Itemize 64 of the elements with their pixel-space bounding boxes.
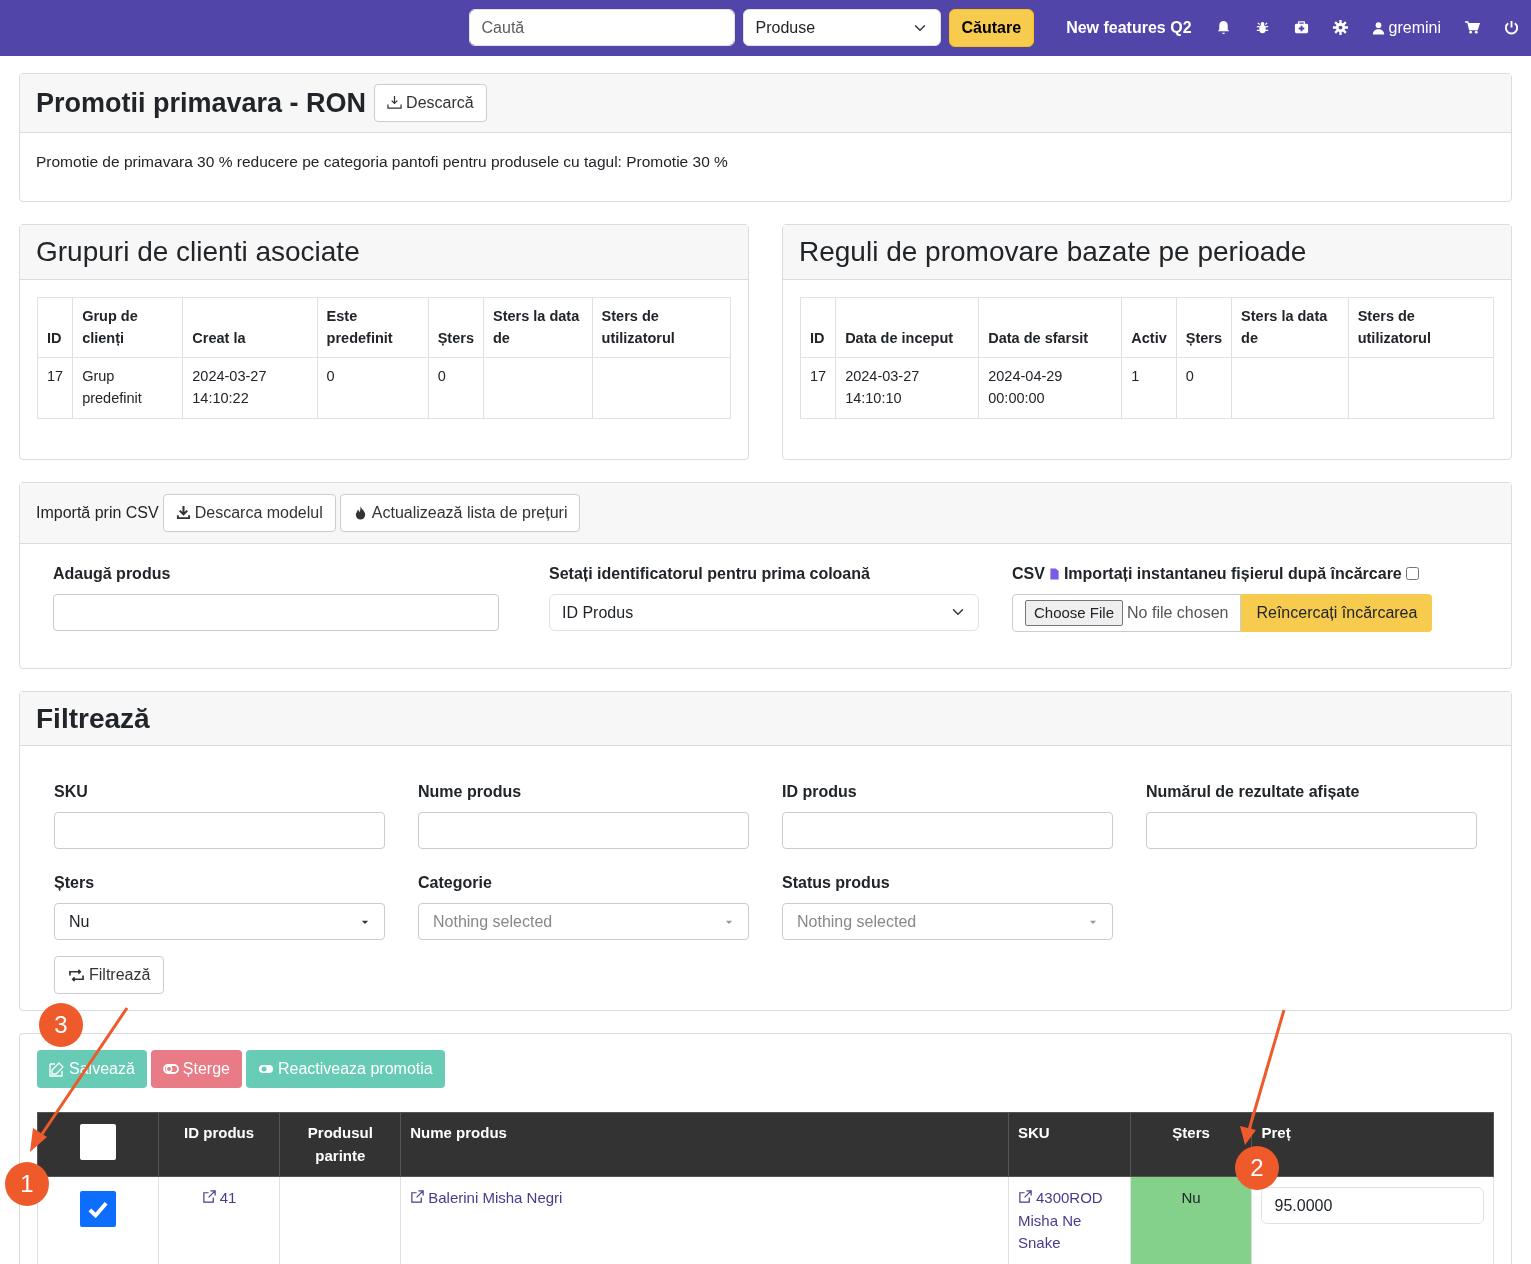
column-header: SKU <box>1008 1112 1131 1177</box>
column-header: Șters <box>1130 1112 1252 1177</box>
update-prices-button[interactable]: Actualizează lista de prețuri <box>339 493 581 532</box>
filter-button[interactable]: Filtrează <box>54 956 165 995</box>
table-cell: 17 <box>37 357 73 419</box>
identifier-select[interactable]: ID Produs <box>549 593 979 631</box>
card-title: Filtrează <box>36 701 151 736</box>
user-menu[interactable]: gremini <box>1371 15 1441 40</box>
field-label: SKU <box>54 782 89 803</box>
table-cell: Grup predefinit <box>72 357 183 419</box>
column-header: ID <box>37 297 73 358</box>
annotation-marker: 1 <box>5 1162 49 1206</box>
field-label: Categorie <box>418 873 493 894</box>
category-select[interactable]: Produse <box>742 9 941 47</box>
column-header: Data de inceput <box>835 297 979 358</box>
search-button[interactable]: Căutare <box>948 8 1035 47</box>
download-button[interactable]: Descarcă <box>374 83 487 122</box>
column-header: Creat la <box>182 297 318 358</box>
table-cell: 0 <box>428 357 484 419</box>
column-header: Sters la data de <box>483 297 593 358</box>
column-header: ID <box>800 297 836 358</box>
price-field[interactable]: 95.0000 <box>1261 1187 1484 1225</box>
column-header: Sters la data de <box>1231 297 1349 358</box>
csv-label: CSV <box>1012 563 1045 584</box>
filter-dropdown[interactable]: Nothing selected <box>782 903 1113 941</box>
column-header: Șters <box>428 297 484 358</box>
field-label: Șters <box>54 873 96 894</box>
search-field[interactable]: Caută <box>468 9 735 47</box>
table-cell: 0 <box>1176 357 1232 419</box>
file-input[interactable]: Choose File No file chosen <box>1012 593 1242 632</box>
field-label: ID produs <box>782 782 858 803</box>
description-text: Promotie de primavara 30 % reducere pe categoria pantofi pentru produsele cu tagul: Promotie 30 % <box>36 151 729 172</box>
table-cell: 2024-04-29 00:00:00 <box>978 357 1122 419</box>
field-label: Status produs <box>782 873 891 894</box>
card-title: Grupuri de clienti asociate <box>36 235 361 269</box>
section-label: Importă prin CSV <box>36 502 159 523</box>
field-label: Nume produs <box>418 782 523 803</box>
table-cell: 2024-03-27 14:10:10 <box>835 357 979 419</box>
table-cell: 0 <box>317 357 429 419</box>
column-header: Nume produs <box>400 1112 1009 1177</box>
column-header: Sters de utilizatorul <box>1348 297 1494 358</box>
column-header: ID produs <box>158 1112 280 1177</box>
column-header: Grup de clienți <box>72 297 183 358</box>
card-title: Reguli de promovare bazate pe perioade <box>799 235 1308 269</box>
column-header: Sters de utilizatorul <box>592 297 731 358</box>
card-title: Promotii primavara - RON <box>36 86 367 120</box>
field-label: Importați instantaneu fișierul după încărcare <box>1063 563 1402 584</box>
field-label: Numărul de rezultate afișate <box>1146 782 1361 803</box>
nav-link[interactable]: New features Q2 <box>1066 15 1192 40</box>
table-cell: 2024-03-27 14:10:22 <box>182 357 318 419</box>
filter-dropdown[interactable]: Nu <box>54 903 385 941</box>
column-header: Activ <box>1121 297 1177 358</box>
field-label: Setați identificatorul pentru prima coloană <box>549 563 871 584</box>
column-header: Produsul parinte <box>280 1112 401 1177</box>
column-header: Este predefinit <box>317 297 429 358</box>
table-cell: 1 <box>1121 357 1177 419</box>
column-header: Data de sfarsit <box>978 297 1122 358</box>
download-template-button[interactable]: Descarca modelul <box>162 493 336 532</box>
table-cell: 17 <box>800 357 836 419</box>
retry-upload-button[interactable]: Reîncercați încărcarea <box>1241 593 1433 632</box>
field-label: Adaugă produs <box>53 563 172 584</box>
filter-dropdown[interactable]: Nothing selected <box>418 903 749 941</box>
column-header: Șters <box>1176 297 1232 358</box>
deleted-status-cell: Nu <box>1130 1176 1252 1264</box>
